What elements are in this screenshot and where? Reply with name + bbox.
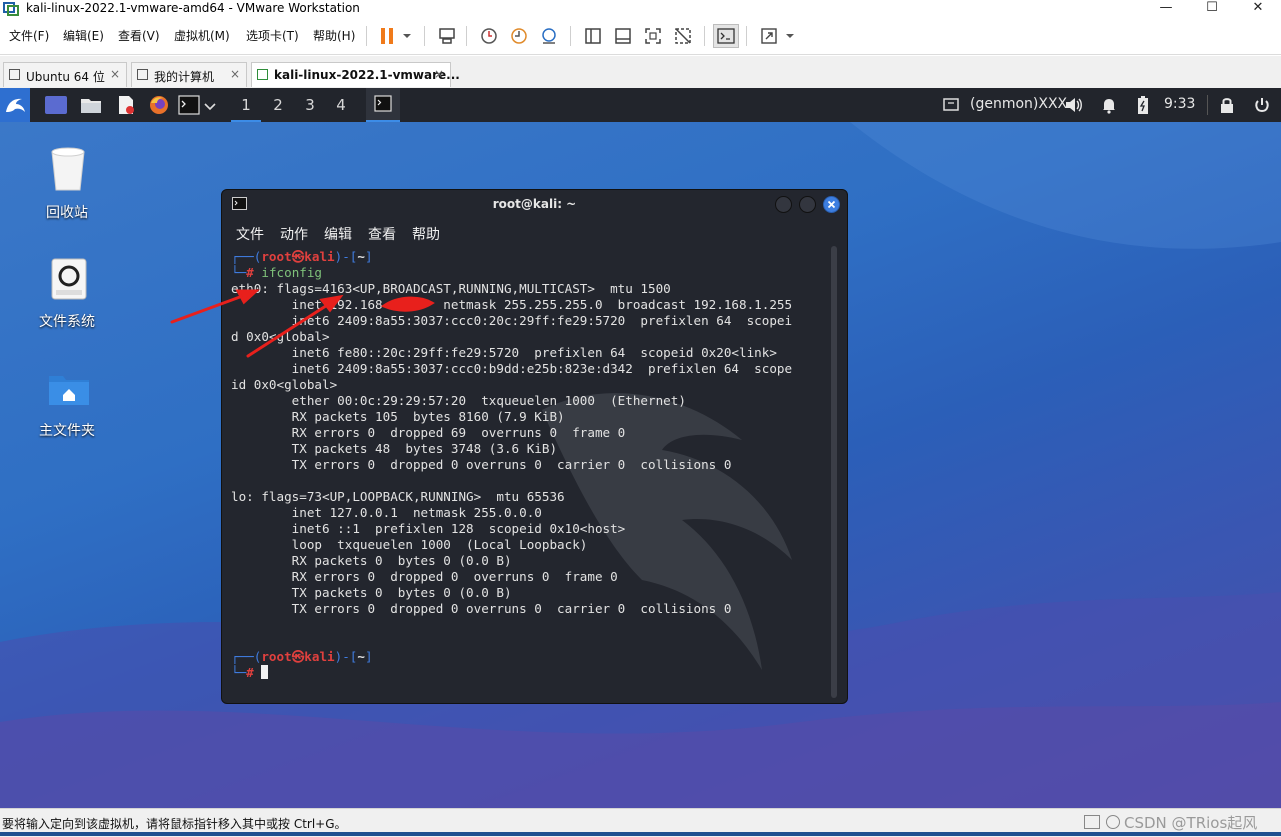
workspace-4[interactable]: 4 — [326, 88, 356, 122]
snapshot-manager-icon[interactable] — [536, 24, 562, 48]
status-message: 要将输入定向到该虚拟机，请将鼠标指针移入其中或按 Ctrl+G。 — [2, 817, 347, 831]
terminal-console-icon[interactable] — [713, 24, 739, 48]
menu-edit[interactable]: 编辑(E) — [63, 27, 104, 44]
toolbar-separator — [366, 26, 367, 46]
menu-view[interactable]: 查看(V) — [118, 27, 160, 44]
terminal-maximize-button[interactable] — [799, 196, 816, 213]
panel-separator — [1207, 95, 1208, 115]
clock[interactable]: 9:33 — [1164, 96, 1195, 112]
console-view-icon[interactable] — [610, 24, 636, 48]
notification-bell-icon[interactable] — [1100, 96, 1118, 114]
toolbar-separator — [424, 26, 425, 46]
vmware-app-icon — [3, 2, 19, 16]
tab-kali[interactable]: kali-linux-2022.1-vmware... × — [251, 62, 460, 87]
workspace-1[interactable]: 1 — [231, 88, 261, 122]
terminal-menu-view[interactable]: 查看 — [368, 224, 396, 244]
minimize-button[interactable]: — — [1143, 0, 1189, 18]
battery-icon[interactable] — [1136, 95, 1150, 115]
lock-icon[interactable] — [1219, 96, 1235, 114]
terminal-menu-help[interactable]: 帮助 — [412, 224, 440, 244]
volume-icon[interactable] — [1064, 96, 1084, 114]
maximize-button[interactable]: ☐ — [1189, 0, 1235, 18]
chevron-down-icon[interactable] — [204, 100, 218, 111]
command-line: └─# ifconfig — [231, 265, 323, 280]
text-cursor — [261, 665, 269, 679]
window-titlebar: kali-linux-2022.1-vmware-amd64 - VMware … — [0, 0, 1281, 18]
sidebar-view-icon[interactable] — [580, 24, 606, 48]
tab-label: kali-linux-2022.1-vmware... — [274, 68, 460, 82]
snapshot-icon[interactable] — [476, 24, 502, 48]
toolbar-separator — [466, 26, 467, 46]
command-line: └─# — [231, 665, 269, 680]
prompt-line: ┌──(root㉿kali)-[~] — [231, 649, 373, 664]
tab-ubuntu[interactable]: Ubuntu 64 位 × — [3, 62, 127, 87]
window-title: kali-linux-2022.1-vmware-amd64 - VMware … — [26, 1, 360, 15]
desktop-icon-label[interactable]: 文件系统 — [39, 311, 95, 331]
close-icon[interactable]: × — [434, 67, 444, 81]
terminal-scrollbar[interactable] — [831, 246, 837, 698]
prompt-line: ┌──(root㉿kali)-[~] — [231, 249, 373, 264]
workspace-3[interactable]: 3 — [295, 88, 325, 122]
vm-icon — [9, 69, 20, 80]
device-cd-icon[interactable] — [1106, 815, 1120, 829]
trash-icon[interactable] — [48, 146, 88, 194]
terminal-menu-file[interactable]: 文件 — [236, 224, 264, 244]
csdn-watermark: CSDN @TRios起风 — [1124, 814, 1258, 832]
terminal-window[interactable]: root@kali: ~ 文件 动作 编辑 查看 帮助 ┌──(root㉿kal… — [221, 189, 848, 704]
terminal-title: root@kali: ~ — [492, 197, 577, 211]
menu-tabs[interactable]: 选项卡(T) — [246, 27, 299, 44]
chevron-down-icon[interactable] — [782, 24, 798, 48]
vm-running-icon — [257, 69, 268, 80]
close-button[interactable]: ✕ — [1235, 0, 1281, 18]
home-folder-icon[interactable] — [48, 372, 90, 406]
tab-my-computer[interactable]: 我的计算机 × — [131, 62, 247, 87]
toolbar-separator — [704, 26, 705, 46]
text-editor-icon[interactable] — [116, 95, 136, 115]
tab-label: Ubuntu 64 位 — [26, 70, 105, 84]
toolbar-separator — [746, 26, 747, 46]
tab-label: 我的计算机 — [154, 70, 215, 84]
file-manager-icon[interactable] — [80, 96, 102, 114]
kali-menu-button[interactable] — [0, 88, 30, 122]
vm-tab-bar: Ubuntu 64 位 × 我的计算机 × kali-linux-2022.1-… — [0, 56, 1281, 89]
stretch-guest-icon[interactable] — [756, 24, 782, 48]
terminal-launcher-icon[interactable] — [178, 95, 200, 115]
unity-mode-icon[interactable] — [670, 24, 696, 48]
kali-top-panel: 1 2 3 4 (genmon)XXX 9:33 — [0, 88, 1281, 122]
terminal-menu-action[interactable]: 动作 — [280, 224, 308, 244]
terminal-minimize-button[interactable] — [775, 196, 792, 213]
terminal-menu-edit[interactable]: 编辑 — [324, 224, 352, 244]
terminal-output[interactable]: ┌──(root㉿kali)-[~] └─# ifconfig eth0: fl… — [231, 249, 792, 681]
workspace-2[interactable]: 2 — [263, 88, 293, 122]
close-icon[interactable]: × — [230, 67, 240, 81]
revert-snapshot-icon[interactable] — [506, 24, 532, 48]
firefox-icon[interactable] — [148, 94, 170, 116]
send-ctrl-alt-del-icon[interactable] — [434, 24, 460, 48]
host-taskbar-edge — [0, 832, 1281, 836]
close-icon[interactable]: × — [110, 67, 120, 81]
power-icon[interactable] — [1253, 96, 1271, 114]
terminal-close-button[interactable] — [823, 196, 840, 213]
computer-icon — [137, 69, 148, 80]
menu-file[interactable]: 文件(F) — [9, 27, 49, 44]
close-icon — [827, 200, 836, 209]
taskbar-terminal-window[interactable] — [366, 88, 400, 122]
pause-icon[interactable] — [374, 24, 400, 48]
menu-vm[interactable]: 虚拟机(M) — [174, 27, 230, 44]
chevron-down-icon[interactable] — [398, 24, 416, 48]
display-icon[interactable] — [943, 97, 959, 113]
menu-help[interactable]: 帮助(H) — [313, 27, 355, 44]
genmon-label: (genmon)XXX — [970, 96, 1068, 112]
desktop-icon-label[interactable]: 回收站 — [46, 202, 88, 222]
show-desktop-icon[interactable] — [45, 96, 67, 114]
filesystem-drive-icon[interactable] — [51, 258, 87, 300]
fullscreen-icon[interactable] — [640, 24, 666, 48]
menubar: 文件(F) 编辑(E) 查看(V) 虚拟机(M) 选项卡(T) 帮助(H) — [0, 18, 1281, 55]
toolbar-separator — [570, 26, 571, 46]
device-hdd-icon[interactable] — [1084, 815, 1100, 829]
desktop-icon-label[interactable]: 主文件夹 — [39, 420, 95, 440]
